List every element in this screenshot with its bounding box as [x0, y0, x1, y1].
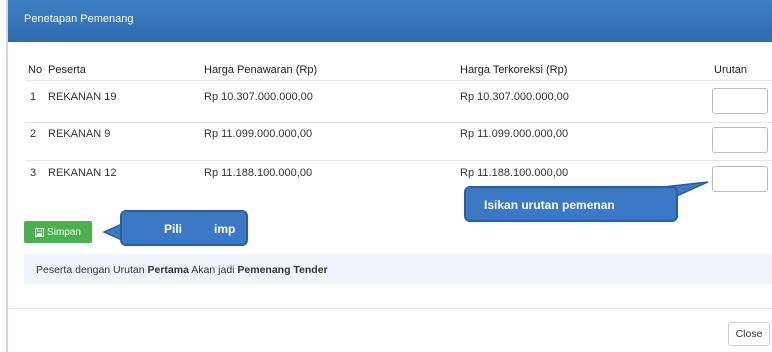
row-terkoreksi: Rp 11.099.000.000,00 — [460, 128, 569, 140]
callout-arrows — [102, 181, 709, 242]
save-callout-text-b: imp — [214, 222, 236, 236]
row-peserta: REKANAN 12 — [48, 167, 117, 179]
row-peserta: REKANAN 9 — [48, 128, 111, 140]
column-header-urutan: Urutan — [714, 64, 748, 76]
dialog-header: Penetapan Pemenang — [8, 0, 772, 42]
order-input[interactable] — [712, 88, 768, 114]
save-callout-text-a: Pili — [164, 222, 183, 236]
save-callout: Pili imp — [120, 210, 248, 246]
floppy-disk-icon — [35, 227, 45, 237]
close-button[interactable]: Close — [728, 322, 770, 346]
row-divider — [26, 160, 772, 161]
row-number: 2 — [30, 128, 37, 140]
column-header-penawaran: Harga Penawaran (Rp) — [204, 64, 318, 76]
row-number: 3 — [30, 167, 37, 179]
order-callout: Isikan urutan pemenan — [464, 186, 678, 222]
header-divider — [26, 80, 772, 81]
column-header-no: No — [28, 64, 43, 76]
row-number: 1 — [30, 91, 37, 103]
order-input[interactable] — [712, 166, 768, 192]
column-header-terkoreksi: Harga Terkoreksi (Rp) — [460, 64, 568, 76]
column-header-peserta: Peserta — [48, 64, 86, 76]
save-button-label: Simpan — [47, 226, 81, 238]
row-peserta: REKANAN 19 — [48, 91, 117, 103]
row-terkoreksi: Rp 10.307.000.000,00 — [460, 91, 569, 103]
row-penawaran: Rp 10.307.000.000,00 — [204, 91, 313, 103]
info-text: Peserta dengan Urutan Pertama Akan jadi … — [36, 264, 328, 276]
info-alert: Peserta dengan Urutan Pertama Akan jadi … — [24, 254, 772, 284]
order-input[interactable] — [712, 127, 768, 153]
row-penawaran: Rp 11.188.100.000,00 — [204, 167, 313, 179]
dialog-title: Penetapan Pemenang — [24, 13, 134, 25]
winner-dialog: Penetapan Pemenang No Peserta Harga Pena… — [6, 0, 772, 352]
save-button[interactable]: Simpan — [24, 221, 92, 243]
row-terkoreksi: Rp 11.188.100.000,00 — [460, 167, 569, 179]
row-penawaran: Rp 11.099.000.000,00 — [204, 128, 313, 140]
footer-divider — [8, 308, 772, 309]
row-divider — [26, 122, 772, 123]
